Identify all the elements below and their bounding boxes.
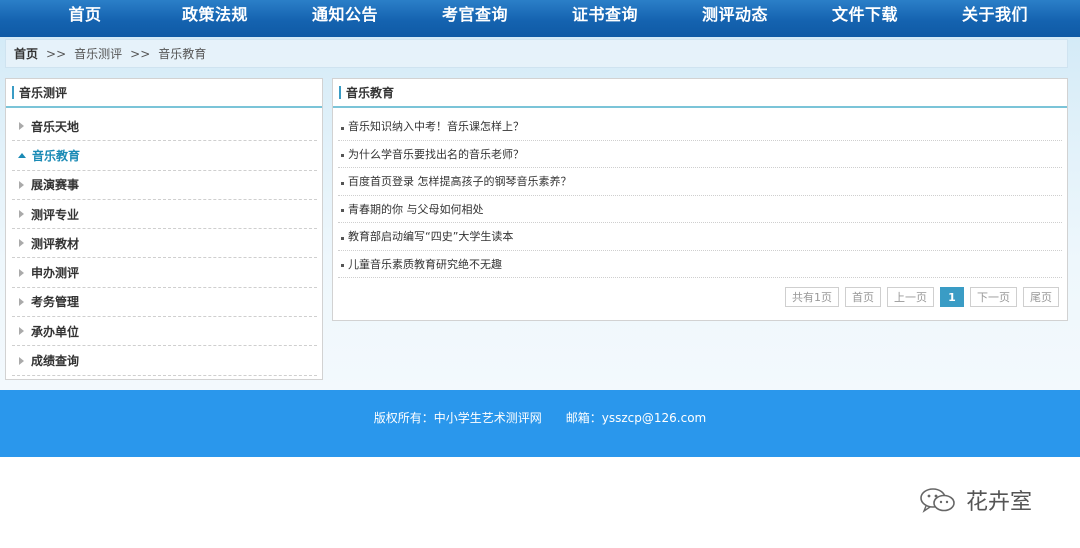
sidebar-item-music-world[interactable]: 音乐天地	[12, 112, 317, 142]
sidebar-item-label: 申办测评	[31, 266, 80, 281]
bullet-icon	[341, 236, 344, 240]
sidebar-item-textbooks[interactable]: 测评教材	[12, 229, 317, 259]
sidebar-item-label: 考务管理	[31, 295, 80, 310]
article-link[interactable]: 为什么学音乐要找出名的音乐老师？	[348, 146, 524, 162]
bullet-icon	[341, 181, 344, 185]
pagination: 共有1页 首页 上一页 1 下一页 尾页	[785, 287, 1059, 307]
caret-up-icon	[18, 152, 26, 158]
nav-item-downloads[interactable]: 文件下载	[801, 0, 930, 30]
sidebar-item-exam-management[interactable]: 考务管理	[12, 288, 317, 318]
list-item[interactable]: 音乐知识纳入中考！音乐课怎样上？	[338, 113, 1062, 141]
page-title: 音乐教育	[346, 86, 395, 100]
breadcrumb-separator: >>	[130, 46, 151, 61]
article-link[interactable]: 教育部启动编写“四史”大学生读本	[348, 228, 513, 244]
nav-item-examiner-search[interactable]: 考官查询	[411, 0, 540, 30]
sidebar-item-majors[interactable]: 测评专业	[12, 200, 317, 230]
header-accent-bar	[339, 86, 341, 99]
nav-item-policy[interactable]: 政策法规	[151, 0, 280, 30]
page-count-label: 共有1页	[785, 287, 839, 307]
sidebar-panel: 音乐测评 音乐天地 音乐教育 展演赛事 测评专业 测评教材 申办测评 考务管理 …	[5, 78, 323, 380]
sidebar-item-performances[interactable]: 展演赛事	[12, 171, 317, 200]
nav-item-certificate-search[interactable]: 证书查询	[541, 0, 670, 30]
breadcrumb-level1-link[interactable]: 音乐测评	[74, 45, 122, 62]
list-item[interactable]: 儿童音乐素质教育研究绝不无趣	[338, 251, 1062, 278]
list-item[interactable]: 教育部启动编写“四史”大学生读本	[338, 223, 1062, 251]
bullet-icon	[341, 126, 344, 130]
footer: 版权所有：中小学生艺术测评网 邮箱：ysszcp@126.com	[0, 390, 1080, 457]
sidebar-item-label: 承办单位	[31, 324, 80, 339]
caret-right-icon	[19, 356, 24, 365]
list-item[interactable]: 百度首页登录 怎样提高孩子的钢琴音乐素养？	[338, 168, 1062, 196]
sidebar-item-label: 成绩查询	[31, 354, 80, 369]
bullet-icon	[341, 154, 344, 158]
current-page-button[interactable]: 1	[940, 287, 964, 307]
sidebar-item-label: 音乐教育	[32, 148, 81, 163]
article-link[interactable]: 儿童音乐素质教育研究绝不无趣	[348, 256, 502, 272]
sidebar-item-score-search[interactable]: 成绩查询	[12, 346, 317, 376]
next-page-button[interactable]: 下一页	[970, 287, 1017, 307]
article-link[interactable]: 百度首页登录 怎样提高孩子的钢琴音乐素养？	[348, 173, 572, 189]
article-list: 音乐知识纳入中考！音乐课怎样上？ 为什么学音乐要找出名的音乐老师？ 百度首页登录…	[333, 108, 1067, 278]
prev-page-button[interactable]: 上一页	[887, 287, 934, 307]
list-item[interactable]: 为什么学音乐要找出名的音乐老师？	[338, 141, 1062, 168]
caret-right-icon	[19, 180, 24, 189]
sidebar-menu: 音乐天地 音乐教育 展演赛事 测评专业 测评教材 申办测评 考务管理 承办单位	[6, 108, 322, 376]
sidebar-header: 音乐测评	[6, 79, 322, 108]
sidebar-item-label: 测评专业	[31, 207, 80, 222]
sidebar-item-label: 音乐天地	[31, 119, 80, 134]
article-link[interactable]: 青春期的你 与父母如何相处	[348, 201, 484, 217]
bullet-icon	[341, 209, 344, 213]
sidebar-item-music-education[interactable]: 音乐教育	[12, 141, 317, 171]
caret-right-icon	[19, 122, 24, 131]
header-accent-bar	[12, 86, 14, 99]
caret-right-icon	[19, 297, 24, 306]
caret-right-icon	[19, 239, 24, 248]
sidebar-item-label: 展演赛事	[31, 178, 80, 193]
nav-item-about[interactable]: 关于我们	[931, 0, 1060, 30]
nav-item-notices[interactable]: 通知公告	[281, 0, 410, 30]
watermark-text: 花卉室	[966, 490, 1033, 515]
footer-email: 邮箱：ysszcp@126.com	[565, 411, 707, 425]
article-panel: 音乐教育 音乐知识纳入中考！音乐课怎样上？ 为什么学音乐要找出名的音乐老师？ 百…	[332, 78, 1068, 321]
wechat-icon	[920, 488, 955, 513]
list-item[interactable]: 青春期的你 与父母如何相处	[338, 196, 1062, 223]
sidebar-item-label: 测评教材	[31, 236, 80, 251]
sidebar-title: 音乐测评	[19, 86, 68, 100]
caret-right-icon	[19, 268, 24, 277]
breadcrumb-current[interactable]: 音乐教育	[158, 45, 206, 62]
sidebar-item-organizers[interactable]: 承办单位	[12, 317, 317, 347]
footer-copyright: 版权所有：中小学生艺术测评网	[373, 411, 542, 425]
article-panel-header: 音乐教育	[333, 79, 1067, 108]
nav-item-home[interactable]: 首页	[21, 0, 150, 30]
nav-item-assessment-news[interactable]: 测评动态	[671, 0, 800, 30]
breadcrumb-separator: >>	[46, 46, 67, 61]
caret-right-icon	[19, 327, 24, 336]
breadcrumb: 首页 >> 音乐测评 >> 音乐教育	[5, 39, 1068, 68]
top-navigation: 首页 政策法规 通知公告 考官查询 证书查询 测评动态 文件下载 关于我们	[0, 0, 1080, 37]
bullet-icon	[341, 264, 344, 268]
watermark: 花卉室	[918, 484, 1032, 516]
last-page-button[interactable]: 尾页	[1023, 287, 1059, 307]
sidebar-item-apply[interactable]: 申办测评	[12, 258, 317, 288]
article-link[interactable]: 音乐知识纳入中考！音乐课怎样上？	[348, 118, 524, 134]
first-page-button[interactable]: 首页	[845, 287, 881, 307]
caret-right-icon	[19, 210, 24, 219]
breadcrumb-home-link[interactable]: 首页	[14, 45, 38, 62]
